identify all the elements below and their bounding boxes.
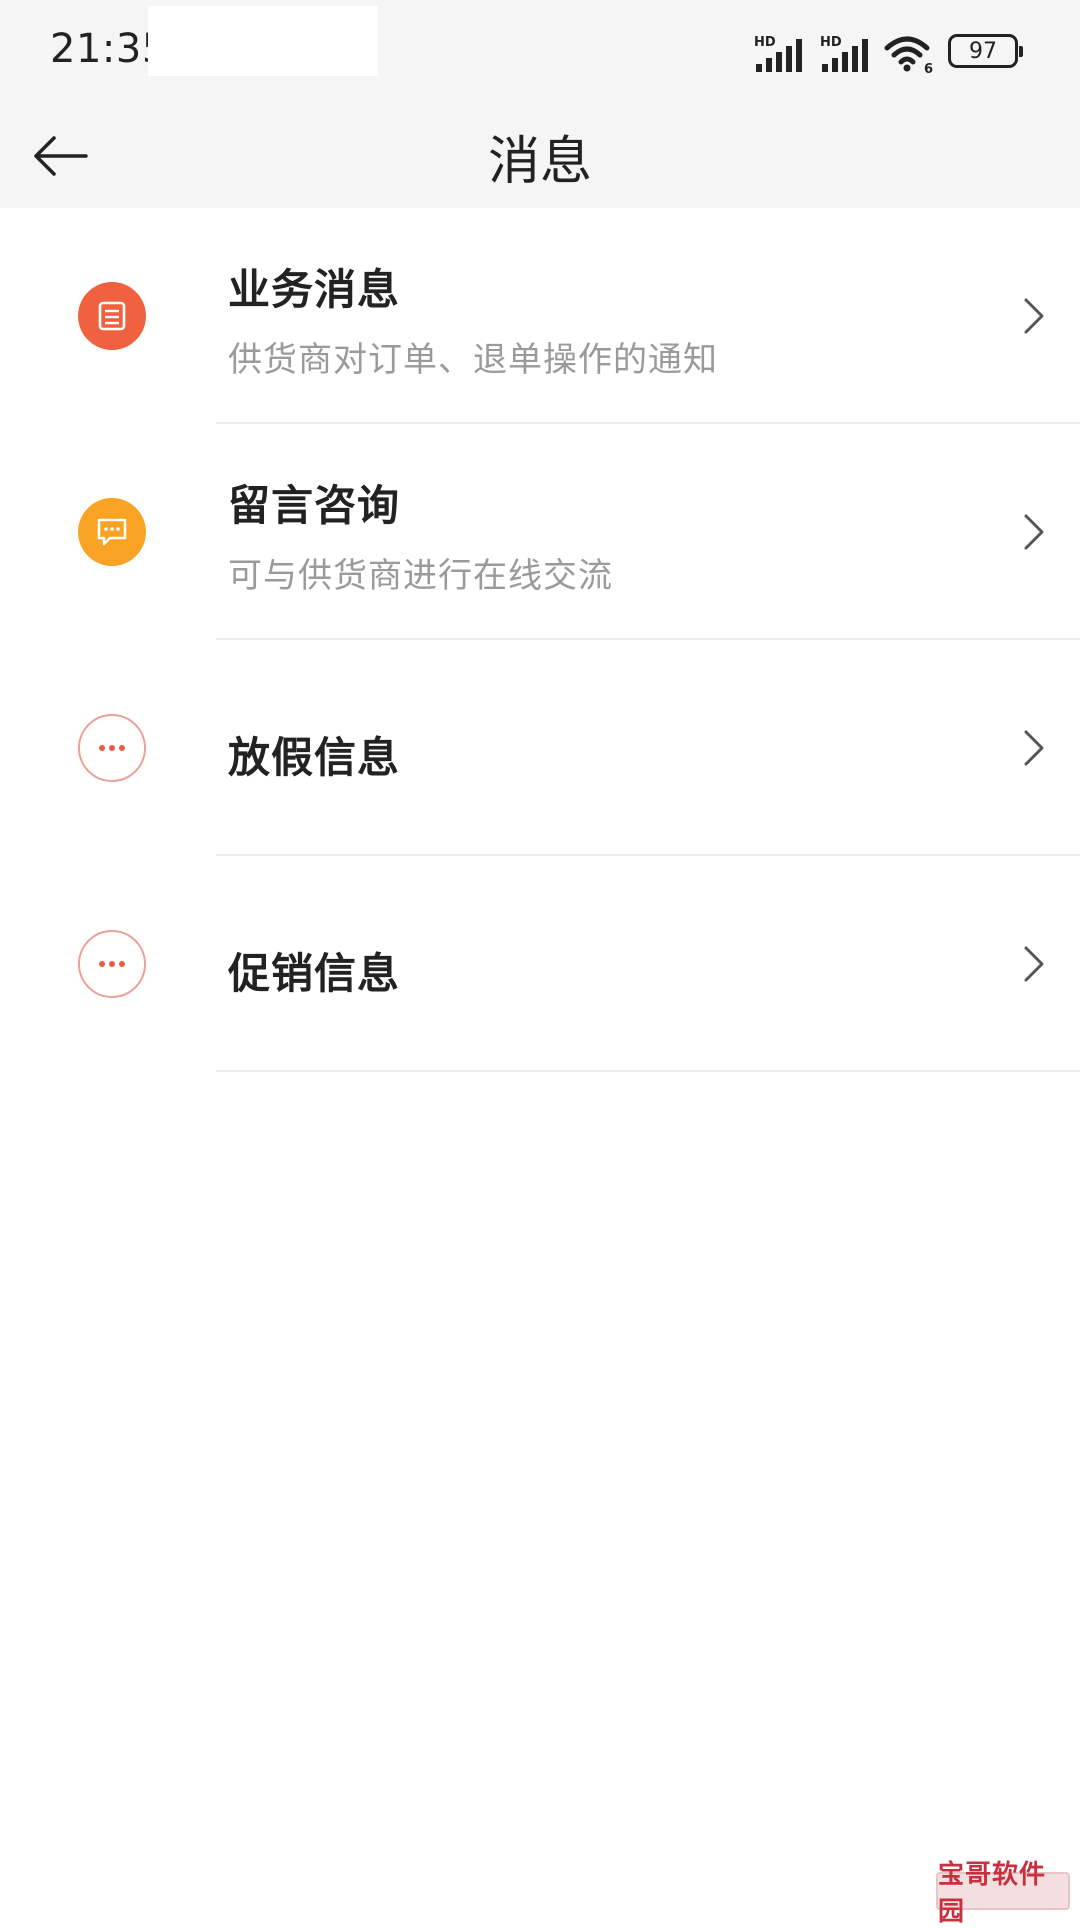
cell-signal-icon: HD (818, 34, 870, 74)
chevron-right-icon (1014, 944, 1054, 984)
list-item-business-message[interactable]: 业务消息 供货商对订单、退单操作的通知 (0, 208, 1080, 424)
list-item-title: 促销信息 (228, 940, 400, 1001)
list-item-subtitle: 可与供货商进行在线交流 (228, 548, 613, 597)
battery-level: 97 (969, 39, 997, 64)
svg-text:HD: HD (820, 35, 842, 50)
status-icons: HD HD 6 97 (752, 28, 1018, 74)
list-item-title: 留言咨询 (228, 472, 400, 533)
list-item-subtitle: 供货商对订单、退单操作的通知 (228, 332, 718, 381)
divider (216, 1070, 1080, 1072)
watermark-logo: 宝哥软件园 (936, 1872, 1070, 1910)
wifi-icon: 6 (884, 34, 934, 74)
page-title: 消息 (0, 104, 1080, 208)
battery-icon: 97 (948, 34, 1018, 68)
list-item-title: 放假信息 (228, 724, 400, 785)
message-category-list: 业务消息 供货商对订单、退单操作的通知 留言咨询 可与供货商进行在线交流 (0, 208, 1080, 1072)
arrow-left-icon (30, 134, 90, 178)
status-masked-area (148, 6, 378, 76)
svg-text:6: 6 (924, 62, 933, 74)
list-item-consultation[interactable]: 留言咨询 可与供货商进行在线交流 (0, 424, 1080, 640)
list-item-title: 业务消息 (228, 256, 400, 317)
chat-bubble-icon (78, 498, 146, 566)
status-bar: 21:35 HD HD 6 97 (0, 0, 1080, 104)
cell-signal-icon: HD (752, 34, 804, 74)
list-item-holiday-info[interactable]: 放假信息 (0, 640, 1080, 856)
back-button[interactable] (22, 118, 98, 194)
chevron-right-icon (1014, 512, 1054, 552)
document-icon (78, 282, 146, 350)
list-item-promotion-info[interactable]: 促销信息 (0, 856, 1080, 1072)
more-dots-icon (78, 930, 146, 998)
chevron-right-icon (1014, 728, 1054, 768)
title-bar: 消息 (0, 104, 1080, 208)
more-dots-icon (78, 714, 146, 782)
svg-text:HD: HD (754, 35, 776, 50)
chevron-right-icon (1014, 296, 1054, 336)
